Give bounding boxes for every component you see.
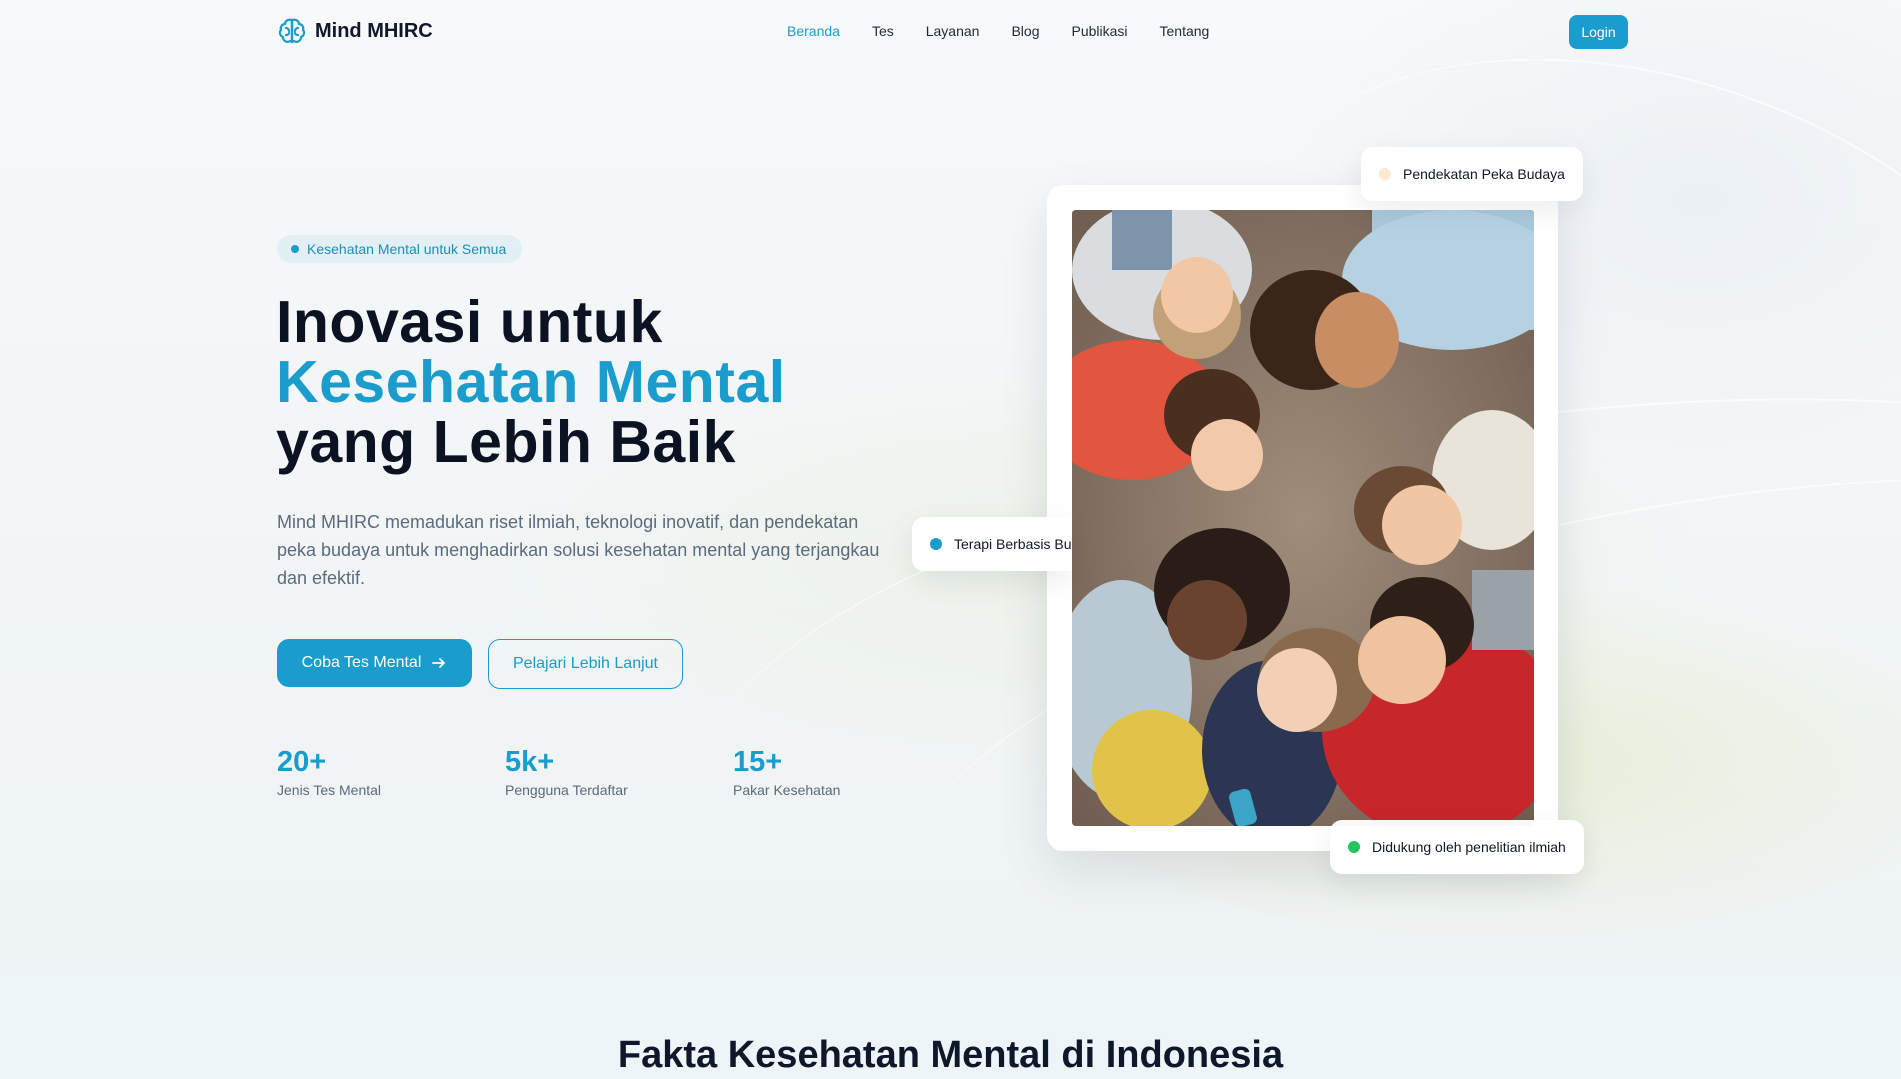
try-mental-test-label: Coba Tes Mental [301,654,422,671]
tag-cultural-approach: Pendekatan Peka Budaya [1361,147,1583,201]
stat-value: 20+ [277,746,327,778]
hero-badge: Kesehatan Mental untuk Semua [277,235,523,263]
try-mental-test-button[interactable]: Coba Tes Mental [277,639,472,687]
stat-value: 5k+ [505,746,555,778]
stat-label: Pengguna Terdaftar [505,782,628,798]
tag-text: Terapi Berbasis Bu [954,536,1072,552]
hero-description: Mind MHIRC memadukan riset ilmiah, tekno… [277,512,880,588]
stat-label: Pakar Kesehatan [733,782,841,798]
stat-tests: 20+ Jenis Tes Mental [277,744,381,798]
nav-link-beranda[interactable]: Beranda [787,23,840,39]
facts-title: Fakta Kesehatan Mental di Indonesia [617,1034,1284,1076]
nav-link-layanan[interactable]: Layanan [926,23,980,39]
hero-photo-children-circle [1072,210,1534,826]
tag-text: Didukung oleh penelitian ilmiah [1372,839,1566,855]
badge-dot-icon [291,245,299,253]
tag-dot-icon [1348,841,1360,853]
headline-line-2: Kesehatan Mental [276,349,786,415]
nav-link-tentang[interactable]: Tentang [1160,23,1210,39]
nav-link-publikasi[interactable]: Publikasi [1071,23,1127,39]
tag-dot-icon [930,538,942,550]
headline-line-1: Inovasi untuk [276,289,663,355]
headline-line-3: yang Lebih Baik [276,409,736,475]
brand[interactable]: Mind MHIRC [277,16,433,46]
nav-links: Beranda Tes Layanan Blog Publikasi Tenta… [787,23,1241,39]
tag-text: Pendekatan Peka Budaya [1403,166,1565,182]
badge-text: Kesehatan Mental untuk Semua [307,241,507,257]
stat-value: 15+ [733,746,783,778]
tag-scientific-research: Didukung oleh penelitian ilmiah [1330,820,1584,874]
stat-label: Jenis Tes Mental [277,782,382,798]
arrow-right-icon [432,658,446,668]
brain-logo-icon [278,18,306,44]
nav-link-blog[interactable]: Blog [1011,23,1039,39]
hero-background [0,0,1901,971]
nav-link-tes[interactable]: Tes [872,23,894,39]
stat-experts: 15+ Pakar Kesehatan [733,744,840,798]
photo-illustration [1072,210,1534,826]
tag-culture-based-therapy: Terapi Berbasis Bu [912,517,1072,571]
brand-name: Mind MHIRC [315,19,433,42]
learn-more-button[interactable]: Pelajari Lebih Lanjut [488,639,683,689]
login-button[interactable]: Login [1569,15,1628,49]
stat-users: 5k+ Pengguna Terdaftar [505,744,628,798]
tag-dot-icon [1379,168,1391,180]
hero-headline: Inovasi untuk Kesehatan Mental yang Lebi… [276,292,786,472]
top-navigation: Mind MHIRC Beranda Tes Layanan Blog Publ… [0,0,1901,64]
